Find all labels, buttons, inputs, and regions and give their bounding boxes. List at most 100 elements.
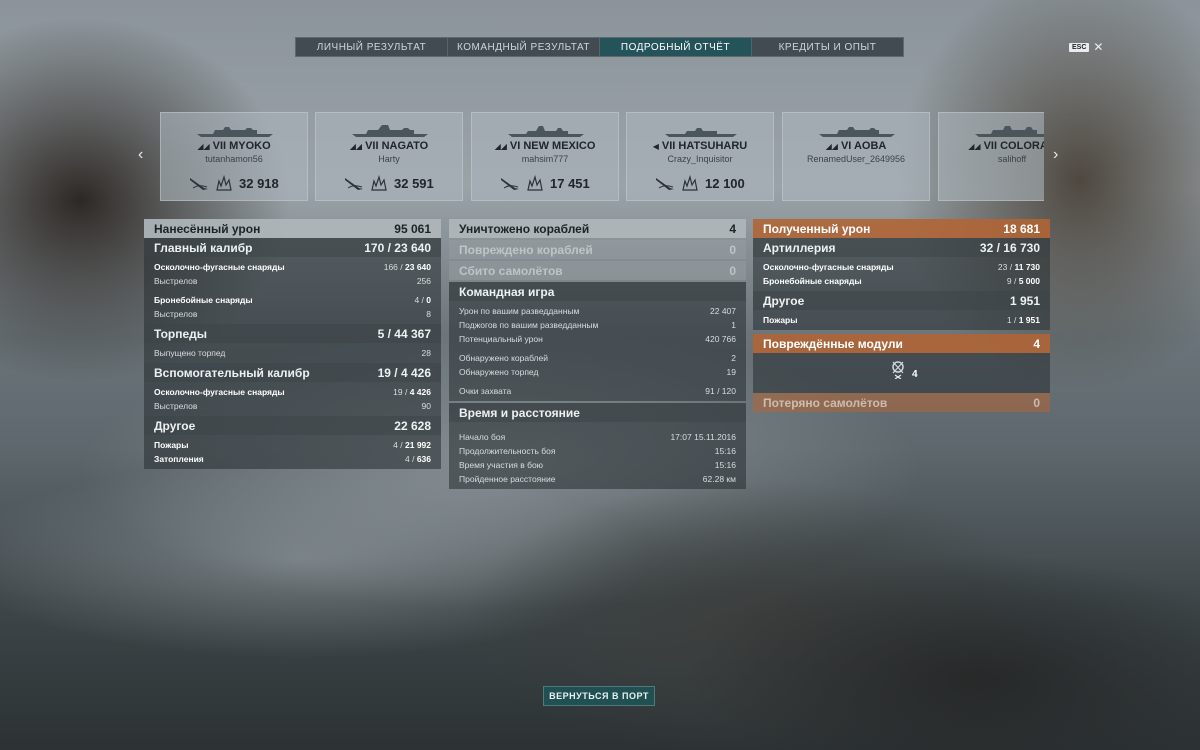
damaged-modules-header: Повреждённые модули 4: [753, 334, 1050, 353]
main-battery-header: Главный калибр 170 / 23 640: [144, 238, 441, 257]
damage-icon: [371, 175, 387, 191]
tab-credits-xp[interactable]: КРЕДИТЫ И ОПЫТ: [752, 38, 903, 56]
torpedo-hit-icon: [345, 178, 363, 190]
result-tabs: ЛИЧНЫЙ РЕЗУЛЬТАТ КОМАНДНЫЙ РЕЗУЛЬТАТ ПОД…: [295, 37, 904, 57]
stat-row: Бронебойные снаряды 4 / 0: [154, 295, 431, 305]
player-name: tutanhamon56: [205, 154, 263, 164]
damage-icon: [682, 175, 698, 191]
module-damage-count: 4: [912, 369, 918, 380]
planes-lost-header: Потеряно самолётов 0: [753, 393, 1050, 412]
ship-class-icon: ◢◢: [349, 142, 363, 151]
ship-silhouette-icon: [508, 126, 584, 137]
ship-silhouette-icon: [975, 126, 1044, 137]
ship-card[interactable]: ◢◢ VII NAGATO Harty 32 591: [315, 112, 463, 201]
ship-name: ◢◢ VI AOBA: [825, 140, 887, 152]
ship-stats: 32 591: [344, 175, 434, 191]
stat-row: Начало боя 17:07 15.11.2016: [459, 432, 736, 442]
esc-key-label: ESC: [1069, 42, 1090, 52]
ship-card[interactable]: ◢◢ VII MYOKO tutanhamon56 32 918: [160, 112, 308, 201]
carousel-next-arrow[interactable]: ›: [1053, 146, 1058, 164]
stat-row: Выстрелов 90: [154, 401, 431, 411]
received-other-header: Другое 1 951: [753, 291, 1050, 310]
ship-class-icon: ◀: [652, 142, 659, 151]
return-to-port-button[interactable]: ВЕРНУТЬСЯ В ПОРТ: [543, 686, 655, 706]
ship-card[interactable]: ◢◢ VI NEW MEXICO mahsim777 17 451: [471, 112, 619, 201]
artillery-rows: Осколочно-фугасные снаряды 23 / 11 730 Бр…: [753, 257, 1050, 291]
ship-damage-value: 12 100: [705, 175, 745, 191]
ship-stats: 32 918: [189, 175, 279, 191]
damage-icon: [216, 175, 232, 191]
ships-destroyed-header: Уничтожено кораблей 4: [449, 219, 746, 238]
ship-silhouette-icon: [197, 127, 273, 137]
stat-row: Выпущено торпед 28: [154, 348, 431, 358]
ship-name: ◢◢ VI NEW MEXICO: [494, 140, 596, 152]
damage-icon: [527, 175, 543, 191]
torpedoes-rows: Выпущено торпед 28: [144, 343, 441, 363]
ship-class-icon: ◢◢: [825, 142, 838, 151]
ship-card[interactable]: ◢◢ VI AOBA RenamedUser_2649956: [782, 112, 930, 201]
player-name: RenamedUser_2649956: [806, 154, 906, 164]
close-icon: ✕: [1093, 40, 1104, 54]
stat-row: Очки захвата 91 / 120: [459, 386, 736, 396]
ship-class-icon: ◢◢: [197, 142, 210, 151]
damaged-modules-area: 4: [753, 353, 1050, 393]
damage-dealt-header: Нанесённый урон 95 061: [144, 219, 441, 238]
player-name: Harty: [378, 154, 400, 164]
stat-row: Потенциальный урон 420 766: [459, 334, 736, 344]
player-name: Crazy_Inquisitor: [667, 154, 733, 164]
player-name: mahsim777: [521, 154, 569, 164]
team-play-panel: Уничтожено кораблей 4 Повреждено кораблей…: [449, 219, 746, 489]
other-damage-header: Другое 22 628: [144, 416, 441, 435]
ship-stats: 12 100: [655, 175, 745, 191]
stat-row: Выстрелов 256: [154, 276, 431, 286]
secondary-battery-rows: Осколочно-фугасные снаряды 19 / 4 426 Выс…: [144, 382, 441, 416]
team-play-rows: Урон по вашим разведданным 22 407 Поджого…: [449, 301, 746, 401]
ship-silhouette-icon: [665, 128, 737, 137]
player-name: salihoff: [997, 154, 1027, 164]
ship-card[interactable]: ◀ VII HATSUHARU Crazy_Inquisitor 12 100: [626, 112, 774, 201]
other-damage-rows: Пожары 4 / 21 992 Затопления 4 / 636: [144, 435, 441, 469]
stat-row: Пожары 1 / 1 951: [763, 315, 1040, 325]
ship-silhouette-icon: [352, 125, 428, 137]
ship-damage-value: 32 918: [239, 175, 279, 191]
stat-row: Поджогов по вашим разведданным 1: [459, 320, 736, 330]
stat-row: Осколочно-фугасные снаряды 19 / 4 426: [154, 387, 431, 397]
torpedoes-header: Торпеды 5 / 44 367: [144, 324, 441, 343]
stat-row: Бронебойные снаряды 9 / 5 000: [763, 276, 1040, 286]
ships-damaged-header: Повреждено кораблей 0: [449, 240, 746, 259]
stat-row: Урон по вашим разведданным 22 407: [459, 306, 736, 316]
stat-row: Выстрелов 8: [154, 309, 431, 319]
stat-row: Осколочно-фугасные снаряды 23 / 11 730: [763, 262, 1040, 272]
torpedo-hit-icon: [501, 178, 519, 190]
tab-detailed-report[interactable]: ПОДРОБНЫЙ ОТЧЁТ: [600, 38, 752, 56]
tab-personal-result[interactable]: ЛИЧНЫЙ РЕЗУЛЬТАТ: [296, 38, 448, 56]
ship-name: ◢◢ VII NAGATO: [349, 140, 429, 152]
planes-shot-down-header: Сбито самолётов 0: [449, 261, 746, 280]
ship-name: ◢◢ VII MYOKO: [197, 140, 271, 152]
ship-damage-value: 17 451: [550, 175, 590, 191]
torpedo-hit-icon: [656, 178, 674, 190]
carousel-prev-arrow[interactable]: ‹: [138, 146, 143, 164]
torpedo-hit-icon: [190, 178, 208, 190]
ship-class-icon: ◢◢: [968, 142, 981, 151]
module-damage-icon: [892, 361, 904, 379]
time-distance-header: Время и расстояние: [449, 403, 746, 422]
ship-damage-value: 32 591: [394, 175, 434, 191]
main-battery-rows: Осколочно-фугасные снаряды 166 / 23 640 В…: [144, 257, 441, 324]
ship-silhouette-icon: [819, 127, 895, 137]
close-button[interactable]: ESC ✕: [1069, 40, 1103, 54]
stat-row: Обнаружено кораблей 2: [459, 353, 736, 363]
received-other-rows: Пожары 1 / 1 951: [753, 310, 1050, 330]
damage-received-panel: Полученный урон 18 681 Артиллерия 32 / 16…: [753, 219, 1050, 412]
ship-card[interactable]: ◢◢VII COLORAD salihoff: [938, 112, 1044, 201]
stat-row: Пройденное расстояние 62.28 км: [459, 474, 736, 484]
ship-name: ◢◢VII COLORAD: [968, 140, 1044, 152]
stat-row: Затопления 4 / 636: [154, 454, 431, 464]
ship-class-icon: ◢◢: [494, 142, 507, 151]
stat-row: Обнаружено торпед 19: [459, 367, 736, 377]
tab-team-result[interactable]: КОМАНДНЫЙ РЕЗУЛЬТАТ: [448, 38, 600, 56]
ship-carousel: ◢◢ VII MYOKO tutanhamon56 32 918 ◢◢ VII NA…: [160, 112, 1044, 202]
time-distance-rows: Начало боя 17:07 15.11.2016 Продолжительн…: [449, 422, 746, 489]
team-play-header: Командная игра: [449, 282, 746, 301]
stat-row: Время участия в бою 15:16: [459, 460, 736, 470]
